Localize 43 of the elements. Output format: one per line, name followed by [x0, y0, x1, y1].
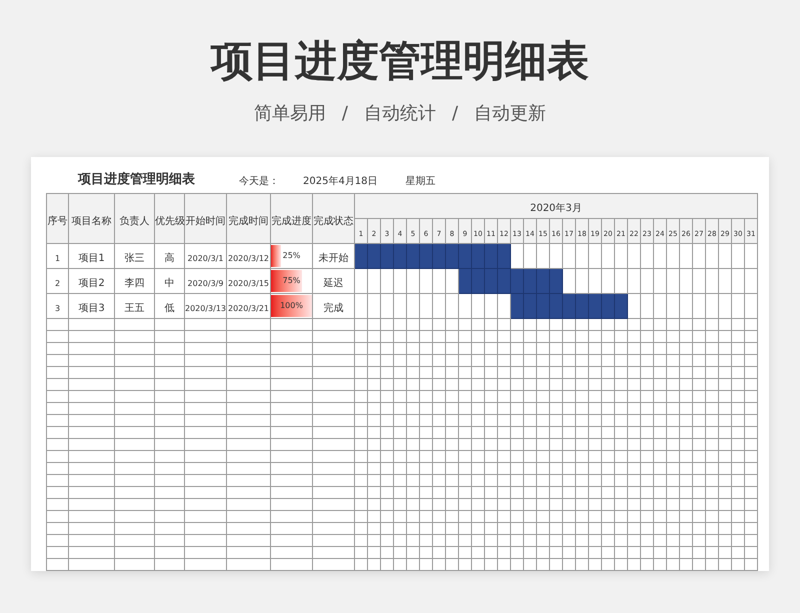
table-cell: 李四 — [124, 278, 144, 289]
today-date: 2025年4月18日 — [303, 175, 378, 189]
column-header: 完成状态 — [314, 216, 354, 226]
table-cell: 项目1 — [78, 253, 105, 264]
page-title: 项目进度管理明细表 — [211, 36, 589, 86]
table-cell: 1 — [54, 254, 60, 263]
table-cell: 未开始 — [318, 253, 348, 264]
table-cell: 中 — [164, 278, 174, 289]
table-cell: 完成 — [324, 303, 344, 314]
table-cell: 2020/3/9 — [188, 279, 224, 288]
month-header: 2020年3月 — [530, 203, 582, 214]
separator-text: / — [452, 102, 458, 126]
column-header: 完成进度 — [272, 216, 312, 226]
subtitle-text: 简单易用 — [254, 102, 326, 126]
table-cell: 项目3 — [78, 303, 105, 314]
progress-text: 100% — [279, 301, 304, 311]
progress-text: 75% — [282, 276, 302, 286]
table-cell: 张三 — [124, 253, 144, 264]
table-cell: 2020/3/21 — [228, 304, 270, 313]
column-header: 负责人 — [120, 216, 150, 226]
table-cell: 王五 — [124, 303, 144, 314]
table-cell: 2020/3/1 — [188, 254, 224, 263]
today-label: 今天是： — [239, 175, 279, 189]
progress-text: 25% — [282, 251, 302, 261]
sheet-title: 项目进度管理明细表 — [78, 170, 195, 188]
table-cell: 2020/3/12 — [228, 254, 270, 263]
column-header: 序号 — [48, 216, 68, 226]
column-header: 开始时间 — [186, 216, 226, 226]
subtitle-text: 自动更新 — [474, 102, 546, 126]
column-header: 项目名称 — [72, 216, 112, 226]
subtitle-text: 自动统计 — [364, 102, 436, 126]
separator-text: / — [342, 102, 348, 126]
column-header: 完成时间 — [228, 216, 268, 226]
table-cell: 高 — [164, 253, 174, 264]
table-cell: 延迟 — [324, 278, 344, 289]
table-cell: 3 — [54, 304, 60, 313]
table-cell: 2020/3/15 — [228, 279, 270, 288]
weekday-text: 星期五 — [406, 174, 436, 189]
table-cell: 2020/3/13 — [185, 304, 226, 313]
column-header: 优先级 — [155, 216, 185, 226]
table-cell: 项目2 — [78, 278, 105, 289]
table-cell: 2 — [54, 279, 60, 288]
table-cell: 低 — [164, 303, 174, 314]
